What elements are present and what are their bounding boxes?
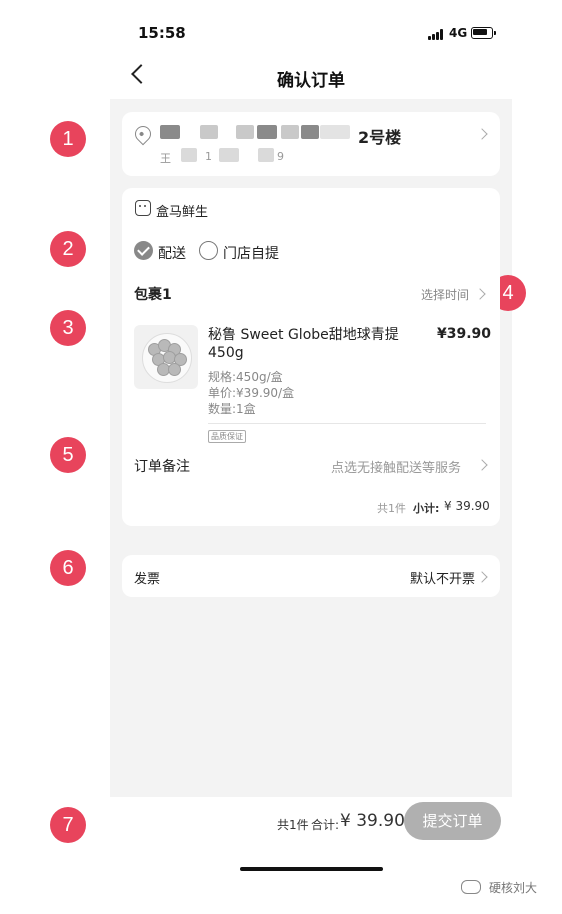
- wechat-icon: [461, 880, 481, 894]
- total-label: 合计:: [311, 818, 340, 832]
- store-name: 盒马鲜生: [156, 205, 209, 220]
- product-unit-price: 单价:¥39.90/盒: [208, 386, 295, 400]
- product-price: ¥39.90: [437, 326, 492, 342]
- pickup-radio[interactable]: [199, 241, 218, 260]
- subtotal-count: 共1件: [377, 502, 406, 515]
- battery-icon: [471, 27, 496, 39]
- subtotal-label: 小计:: [413, 502, 440, 515]
- address-building: 2号楼: [358, 128, 402, 147]
- network-type: 4G: [449, 26, 468, 40]
- annotation-marker: 2: [50, 231, 86, 267]
- pickup-option-label[interactable]: 门店自提: [223, 243, 279, 263]
- product-spec: 规格:450g/盒: [208, 370, 283, 384]
- product-name[interactable]: 秘鲁 Sweet Globe甜地球青提 450g: [208, 326, 422, 362]
- address-card[interactable]: [122, 112, 500, 176]
- recipient-phone-part: 1: [205, 150, 212, 163]
- recipient-name: 王: [160, 152, 171, 165]
- annotation-marker: 3: [50, 310, 86, 346]
- submit-order-button[interactable]: 提交订单: [404, 802, 501, 840]
- total-value: ¥ 39.90: [340, 811, 405, 831]
- annotation-marker: 1: [50, 121, 86, 157]
- delivery-option-label[interactable]: 配送: [158, 243, 186, 263]
- divider: [208, 423, 486, 424]
- watermark-text: 硬核刘大: [489, 881, 538, 895]
- delivery-radio-checked[interactable]: [134, 241, 153, 260]
- subtotal-value: ¥ 39.90: [444, 499, 490, 513]
- page-title: 确认订单: [277, 71, 345, 91]
- select-time-link[interactable]: 选择时间: [421, 286, 469, 303]
- annotation-marker: 5: [50, 437, 86, 473]
- quality-badge: 品质保证: [208, 430, 246, 443]
- signal-icon: [428, 29, 444, 40]
- store-logo-icon: [135, 200, 151, 216]
- package-title: 包裹1: [134, 287, 172, 303]
- product-quantity: 数量:1盒: [208, 402, 256, 416]
- invoice-label: 发票: [134, 572, 161, 587]
- home-indicator[interactable]: [240, 867, 383, 871]
- total-count: 共1件: [277, 818, 309, 832]
- invoice-value: 默认不开票: [410, 572, 476, 587]
- product-image: [134, 325, 198, 389]
- status-time: 15:58: [138, 24, 186, 42]
- recipient-phone-part: 9: [277, 150, 284, 163]
- order-note-hint[interactable]: 点选无接触配送等服务: [331, 457, 461, 476]
- annotation-marker: 6: [50, 550, 86, 586]
- annotation-marker: 7: [50, 807, 86, 843]
- order-note-label: 订单备注: [134, 459, 190, 475]
